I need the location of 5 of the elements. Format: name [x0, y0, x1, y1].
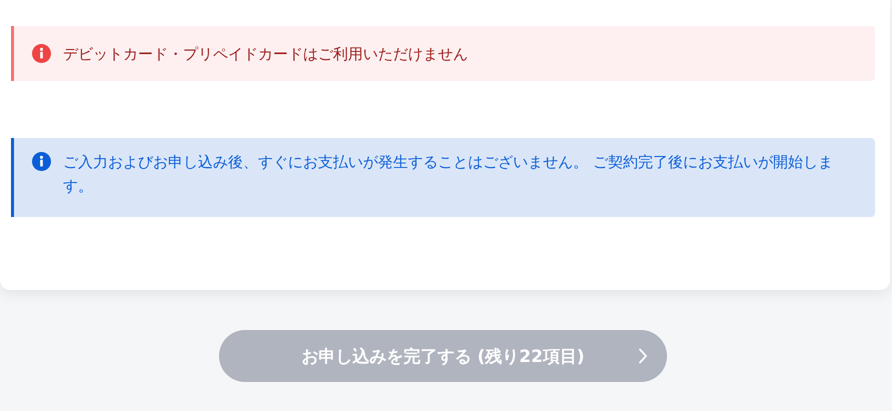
- alert-message: ご入力およびお申し込み後、すぐにお支払いが発生することはございません。 ご契約完了後にお支払いが開始します。: [63, 152, 834, 197]
- info-icon: [32, 152, 51, 171]
- info-icon: [32, 44, 51, 63]
- alert-message: デビットカード・プリペイドカードはご利用いただけません: [63, 44, 468, 65]
- chevron-right-icon: [638, 348, 648, 364]
